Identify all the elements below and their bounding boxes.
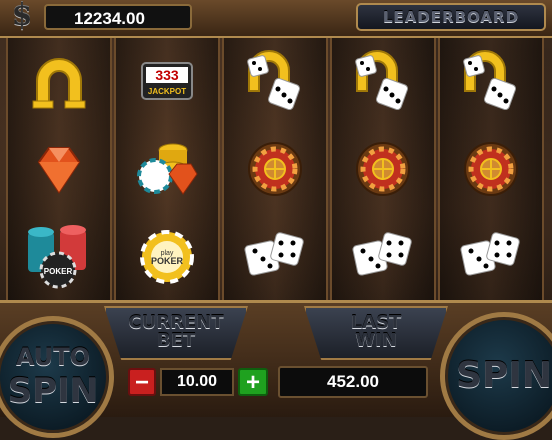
reel-cell	[440, 126, 542, 212]
horseshoe-dice-icon	[247, 50, 301, 111]
reel-cell	[224, 126, 326, 212]
spin-label: SPIN	[456, 355, 552, 396]
reel-cell	[8, 38, 110, 124]
chips-and-ruby-icon	[137, 143, 198, 195]
jackpot-digits: 333	[155, 67, 179, 83]
dice-icon	[352, 232, 412, 276]
poker-chip-stack-icon: POKER	[28, 225, 86, 289]
decrease-bet-button[interactable]: −	[128, 368, 156, 396]
poker-chip-text: POKER	[44, 267, 73, 276]
roulette-wheel-icon	[248, 142, 302, 196]
reel-3	[222, 38, 328, 300]
reel-cell: POKER	[8, 214, 110, 300]
roulette-wheel-icon	[356, 142, 410, 196]
reel-cell: play POKER	[116, 214, 218, 300]
reel-4	[330, 38, 436, 300]
roulette-wheel-icon	[464, 142, 518, 196]
current-bet-label-line2: BET	[156, 330, 196, 351]
reel-cell	[440, 214, 542, 300]
reel-cell	[224, 214, 326, 300]
dice-icon	[244, 232, 304, 276]
reel-cell	[332, 214, 434, 300]
increase-bet-button[interactable]: +	[238, 368, 268, 396]
last-win-plate: LAST WIN	[304, 306, 448, 360]
reel-cell	[332, 126, 434, 212]
auto-spin-button[interactable]: AUTO SPIN	[0, 316, 114, 438]
leaderboard-button[interactable]: LEADERBOARD	[356, 3, 546, 31]
reel-cell	[8, 126, 110, 212]
reel-cell	[224, 38, 326, 124]
play-poker-chip-icon: play POKER	[140, 230, 194, 284]
dollar-icon: $	[11, 0, 33, 33]
auto-spin-label-line1: AUTO	[15, 343, 91, 371]
top-bar: $ 12234.00 LEADERBOARD	[0, 0, 552, 38]
reel-1: POKER	[6, 38, 112, 300]
reel-cell	[440, 38, 542, 124]
last-win-label-line2: WIN	[355, 330, 397, 351]
reel-cell: 333 JACKPOT	[116, 38, 218, 124]
auto-spin-label-line2: SPIN	[7, 371, 99, 411]
bet-amount-display: 10.00	[160, 368, 234, 396]
horseshoe-dice-icon	[463, 50, 517, 111]
jackpot-label: JACKPOT	[148, 87, 186, 96]
balance-display: 12234.00	[44, 4, 192, 30]
reel-cell	[332, 38, 434, 124]
reel-5	[438, 38, 544, 300]
last-win-display: 452.00	[278, 366, 428, 398]
jackpot-333-icon: 333 JACKPOT	[141, 62, 193, 100]
horseshoe-dice-icon	[355, 50, 409, 111]
spin-button[interactable]: SPIN	[440, 312, 552, 440]
ruby-gem-icon	[37, 147, 81, 194]
horseshoe-icon	[32, 58, 86, 109]
reel-2: 333 JACKPOT play POKER	[114, 38, 220, 300]
reel-cell	[116, 126, 218, 212]
dice-icon	[460, 232, 520, 276]
slot-reels: POKER 333 JACKPOT play POKER	[6, 38, 546, 300]
play-chip-big-text: POKER	[151, 256, 184, 266]
current-bet-plate: CURRENT BET	[104, 306, 248, 360]
